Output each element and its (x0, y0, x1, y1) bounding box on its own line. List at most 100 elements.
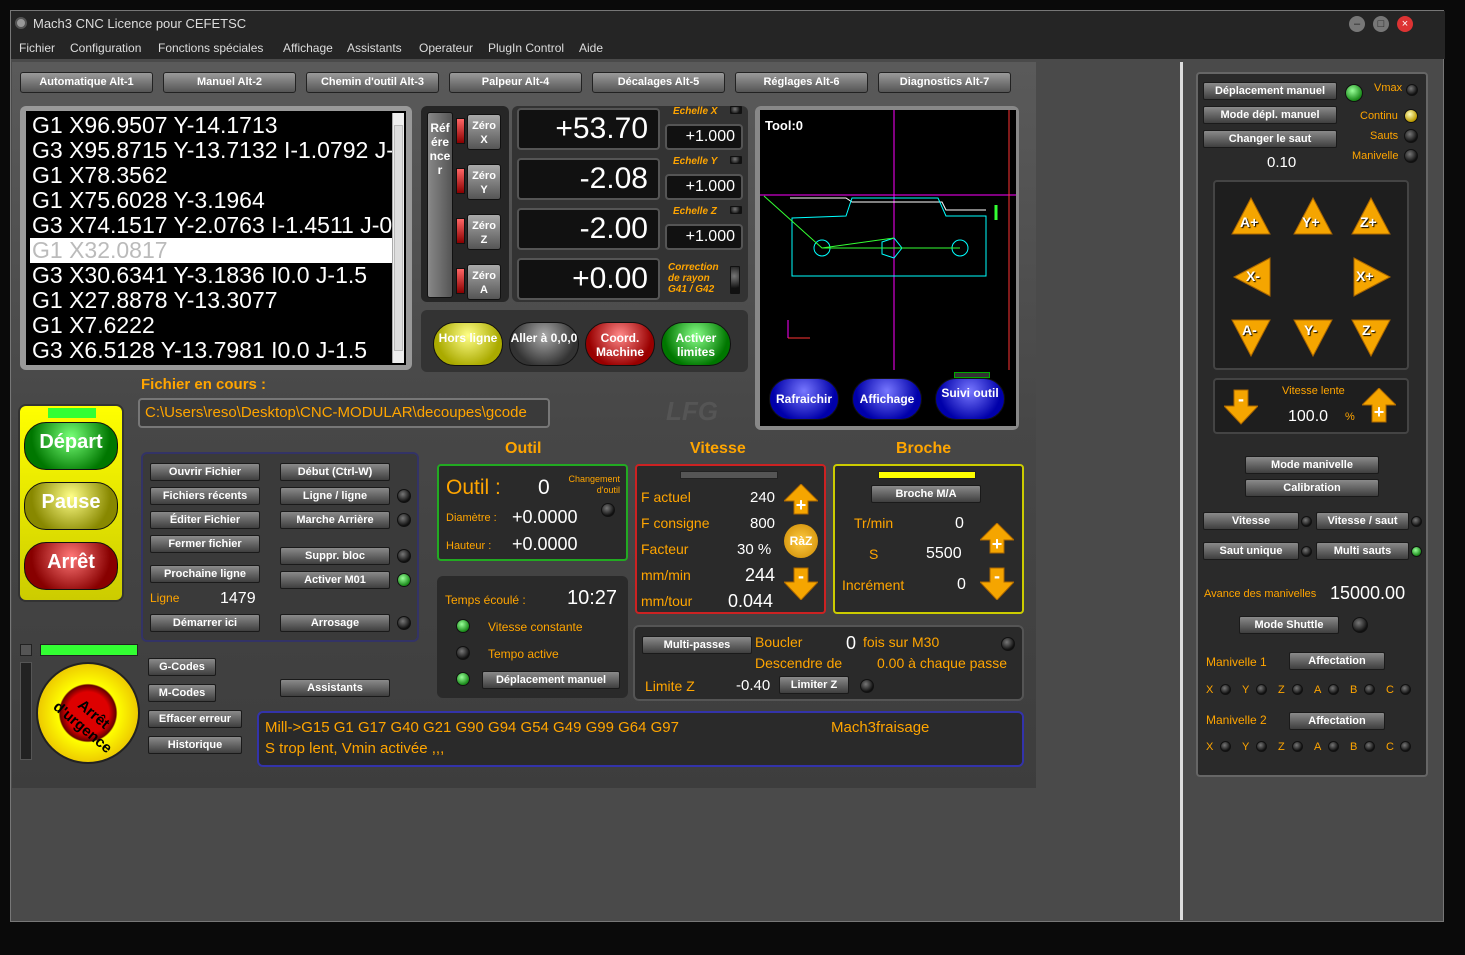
single-step-button[interactable]: Saut unique (1203, 542, 1299, 560)
refresh-button[interactable]: Rafraichir (769, 378, 839, 420)
gcode-list[interactable]: G1 X96.9507 Y-14.1713 G3 X95.8715 Y-13.7… (26, 111, 406, 365)
mpg2-assign-button[interactable]: Affectation (1289, 712, 1385, 730)
reverse-run-button[interactable]: Marche Arrière (280, 511, 390, 529)
jog-a-minus-button[interactable]: A- (1230, 318, 1272, 363)
jog-z-plus-button[interactable]: Z+ (1350, 196, 1392, 241)
single-block-button[interactable]: Ligne / ligne (280, 487, 390, 505)
scale-x[interactable]: +1.000 (665, 124, 743, 150)
mpg1-b-led[interactable] (1364, 684, 1375, 695)
loop-value[interactable]: 0 (846, 633, 856, 654)
jog-y-plus-button[interactable]: Y+ (1292, 196, 1334, 241)
diameter-value[interactable]: +0.0000 (512, 507, 578, 528)
menu-configuration[interactable]: Configuration (70, 41, 141, 55)
tab-automatique[interactable]: Automatique Alt-1 (20, 72, 153, 93)
gcode-scrollbar[interactable] (392, 113, 404, 363)
reset-error-button[interactable]: Effacer erreur (148, 710, 242, 728)
mpg-mode-button[interactable]: Mode manivelle (1245, 456, 1379, 474)
feed-reset-button[interactable]: RàZ (784, 524, 818, 558)
display-button[interactable]: Affichage (852, 378, 922, 420)
feed-down-icon[interactable]: - (782, 566, 820, 601)
menu-fonctions[interactable]: Fonctions spéciales (158, 41, 263, 55)
follow-tool-button[interactable]: Suivi outil (935, 378, 1005, 420)
jog-step-button[interactable]: Changer le saut (1203, 130, 1337, 148)
mpg-feed-value[interactable]: 15000.00 (1330, 583, 1405, 604)
mpg1-a-led[interactable] (1328, 684, 1339, 695)
feed-up-icon[interactable]: + (782, 483, 820, 518)
wizards-button[interactable]: Assistants (280, 679, 390, 697)
menu-operateur[interactable]: Operateur (419, 41, 473, 55)
mpg1-c-led[interactable] (1400, 684, 1411, 695)
next-line-button[interactable]: Prochaine ligne (150, 565, 260, 583)
open-file-button[interactable]: Ouvrir Fichier (150, 463, 260, 481)
block-delete-button[interactable]: Suppr. bloc (280, 547, 390, 565)
limit-z-value[interactable]: -0.40 (736, 677, 770, 694)
history-button[interactable]: Historique (148, 736, 242, 754)
limit-z-button[interactable]: Limiter Z (779, 676, 849, 694)
zero-a-button[interactable]: Zéro A (467, 264, 501, 300)
height-value[interactable]: +0.0000 (512, 534, 578, 555)
stop-button[interactable]: Arrêt (24, 542, 118, 590)
feed-set-value[interactable]: 800 (750, 515, 775, 532)
menu-plugin[interactable]: PlugIn Control (488, 41, 564, 55)
estop-button[interactable]: Arrêt d'urgence (36, 662, 140, 764)
s-value[interactable]: 5500 (926, 545, 962, 563)
mpg2-y-led[interactable] (1256, 741, 1267, 752)
offline-button[interactable]: Hors ligne (433, 322, 503, 366)
multipass-button[interactable]: Multi-passes (642, 636, 752, 654)
spindle-up-icon[interactable]: + (978, 522, 1016, 557)
step-down-value[interactable]: 0.00 à chaque passe (877, 655, 1007, 671)
machine-coords-button[interactable]: Coord. Machine (585, 322, 655, 366)
enable-limits-button[interactable]: Activer limites (661, 322, 731, 366)
jog-z-minus-button[interactable]: Z- (1350, 318, 1392, 363)
m01-button[interactable]: Activer M01 (280, 571, 390, 589)
slow-jog-value[interactable]: 100.0 (1288, 408, 1328, 426)
speed-step-button[interactable]: Vitesse / saut (1316, 512, 1409, 530)
recent-files-button[interactable]: Fichiers récents (150, 487, 260, 505)
menu-aide[interactable]: Aide (579, 41, 603, 55)
close-file-button[interactable]: Fermer fichier (150, 535, 260, 553)
dro-y[interactable]: -2.08 (517, 158, 660, 200)
zero-y-button[interactable]: Zéro Y (467, 164, 501, 200)
scrollbar-thumb[interactable] (394, 125, 403, 351)
increment-value[interactable]: 0 (957, 576, 966, 594)
start-button[interactable]: Départ (24, 422, 118, 470)
jog-mode-button[interactable]: Mode dépl. manuel (1203, 106, 1337, 124)
edit-file-button[interactable]: Éditer Fichier (150, 511, 260, 529)
zero-z-button[interactable]: Zéro Z (467, 214, 501, 250)
mpg2-a-led[interactable] (1328, 741, 1339, 752)
slow-down-icon[interactable]: - (1222, 388, 1260, 426)
calibration-button[interactable]: Calibration (1245, 479, 1379, 497)
mpg1-assign-button[interactable]: Affectation (1289, 652, 1385, 670)
menu-fichier[interactable]: Fichier (19, 41, 55, 55)
jog-y-minus-button[interactable]: Y- (1292, 318, 1334, 363)
mpg1-y-led[interactable] (1256, 684, 1267, 695)
jog-manual-button[interactable]: Déplacement manuel (1203, 82, 1337, 100)
tab-chemin-outil[interactable]: Chemin d'outil Alt-3 (306, 72, 439, 93)
mpg2-b-led[interactable] (1364, 741, 1375, 752)
scale-y[interactable]: +1.000 (665, 174, 743, 200)
menu-affichage[interactable]: Affichage (283, 41, 333, 55)
spindle-down-icon[interactable]: - (978, 566, 1016, 601)
minimize-icon[interactable]: – (1349, 16, 1365, 32)
jog-button[interactable]: Déplacement manuel (482, 671, 620, 689)
goto-zero-button[interactable]: Aller à 0,0,0 (509, 322, 579, 366)
shuttle-mode-button[interactable]: Mode Shuttle (1239, 616, 1339, 634)
tab-reglages[interactable]: Réglages Alt-6 (735, 72, 868, 93)
feed-factor-value[interactable]: 30 % (737, 541, 771, 558)
mcodes-button[interactable]: M-Codes (148, 684, 216, 702)
dro-x[interactable]: +53.70 (517, 108, 660, 150)
maximize-icon[interactable]: □ (1373, 16, 1389, 32)
mpg2-x-led[interactable] (1220, 741, 1231, 752)
mpg2-z-led[interactable] (1292, 741, 1303, 752)
close-icon[interactable]: × (1397, 16, 1413, 32)
mpg1-x-led[interactable] (1220, 684, 1231, 695)
slow-up-icon[interactable]: + (1360, 387, 1398, 426)
mpg2-c-led[interactable] (1400, 741, 1411, 752)
jog-x-plus-button[interactable]: X+ (1352, 256, 1392, 303)
rewind-button[interactable]: Début (Ctrl-W) (280, 463, 390, 481)
dro-a[interactable]: +0.00 (517, 258, 660, 300)
tab-palpeur[interactable]: Palpeur Alt-4 (449, 72, 582, 93)
gcodes-button[interactable]: G-Codes (148, 658, 216, 676)
spindle-toggle-button[interactable]: Broche M/A (871, 485, 981, 503)
dro-z[interactable]: -2.00 (517, 208, 660, 250)
